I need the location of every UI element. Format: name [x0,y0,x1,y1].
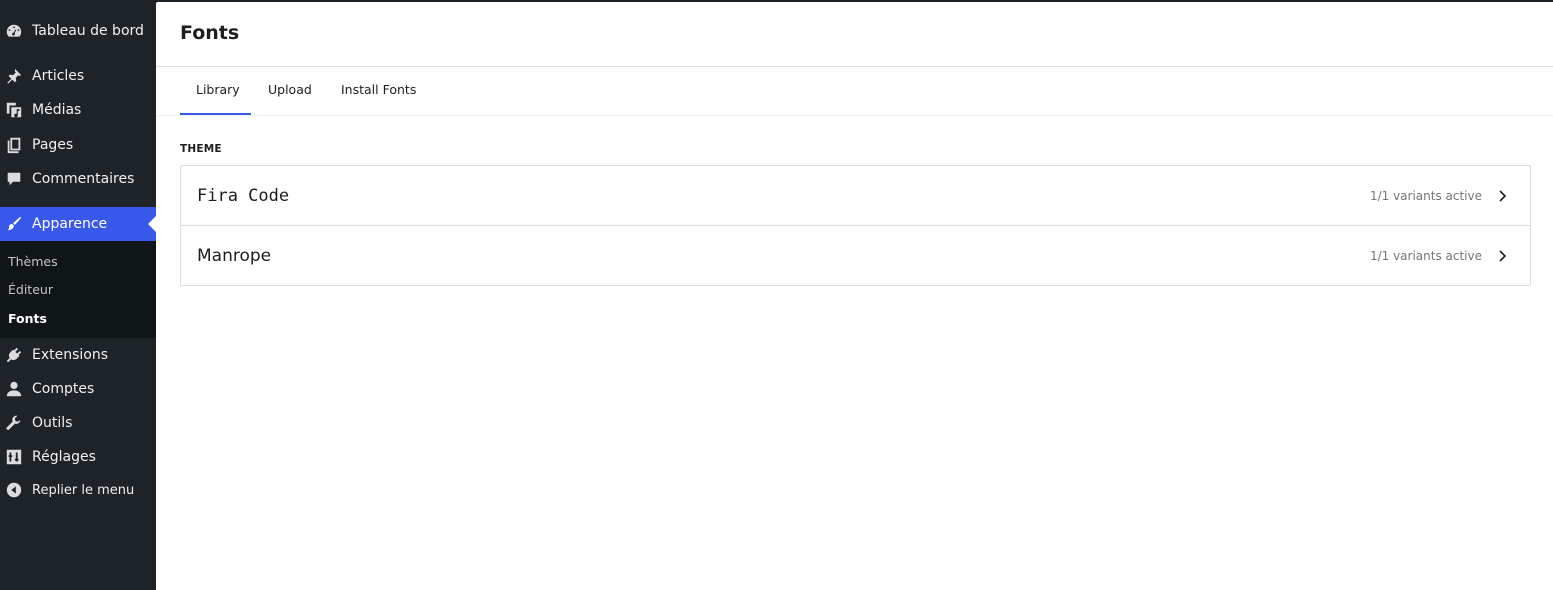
admin-sidebar: Tableau de bord Articles Médias Pages Co… [0,0,156,590]
sidebar-item-label: Articles [32,68,85,84]
sidebar-item-outils[interactable]: Outils [0,406,156,440]
sidebar-item-reglages[interactable]: Réglages [0,440,156,474]
chevron-right-icon [1494,188,1510,204]
active-indicator [148,216,156,232]
font-name: Manrope [197,246,272,266]
sidebar-item-label: Outils [32,415,73,431]
wrench-icon [5,414,23,432]
sidebar-item-dashboard[interactable]: Tableau de bord [0,14,156,48]
section-label: THEME [180,143,222,155]
font-name: Fira Code [197,185,290,206]
tab-install-fonts[interactable]: Install Fonts [341,82,416,97]
sidebar-item-label: Replier le menu [32,482,135,498]
tabs-divider [156,115,1553,116]
sidebar-item-medias[interactable]: Médias [0,93,156,127]
pin-icon [5,67,23,85]
sidebar-item-label: Comptes [32,381,95,397]
collapse-icon [5,481,23,499]
font-variants-status: 1/1 variants active [1369,249,1482,263]
tab-library[interactable]: Library [196,82,240,97]
sidebar-item-label: Tableau de bord [32,23,144,39]
dashboard-icon [5,22,23,40]
sidebar-item-apparence[interactable]: Apparence [0,207,156,241]
sidebar-item-extensions[interactable]: Extensions [0,338,156,372]
sidebar-item-articles[interactable]: Articles [0,59,156,93]
pages-icon [5,136,23,154]
sidebar-item-label: Réglages [32,449,96,465]
submenu-item-themes[interactable]: Thèmes [8,254,58,269]
sidebar-item-label: Pages [32,137,74,153]
submenu-item-fonts[interactable]: Fonts [8,311,47,326]
font-row-fira-code[interactable]: Fira Code 1/1 variants active [181,166,1530,226]
settings-icon [5,448,23,466]
sidebar-item-commentaires[interactable]: Commentaires [0,162,156,196]
media-icon [5,101,23,119]
font-variants-status: 1/1 variants active [1369,188,1482,203]
sidebar-item-comptes[interactable]: Comptes [0,372,156,406]
collapse-menu-button[interactable]: Replier le menu [0,473,156,507]
appearance-submenu: Thèmes Éditeur Fonts [0,241,156,338]
header-divider [156,66,1553,67]
plugin-icon [5,346,23,364]
sidebar-item-label: Extensions [32,347,109,363]
sidebar-item-label: Apparence [32,216,108,232]
page-title: Fonts [180,22,240,44]
sidebar-item-pages[interactable]: Pages [0,128,156,162]
font-row-manrope[interactable]: Manrope 1/1 variants active [181,226,1530,286]
chevron-right-icon [1494,248,1510,264]
fonts-page: Fonts Library Upload Install Fonts THEME… [156,2,1553,590]
sidebar-item-label: Commentaires [32,171,135,187]
brush-icon [5,215,23,233]
tab-upload[interactable]: Upload [268,82,312,97]
comment-icon [5,170,23,188]
font-list: Fira Code 1/1 variants active Manrope 1/… [180,165,1531,286]
submenu-item-editeur[interactable]: Éditeur [8,282,53,297]
sidebar-item-label: Médias [32,102,82,118]
user-icon [5,380,23,398]
